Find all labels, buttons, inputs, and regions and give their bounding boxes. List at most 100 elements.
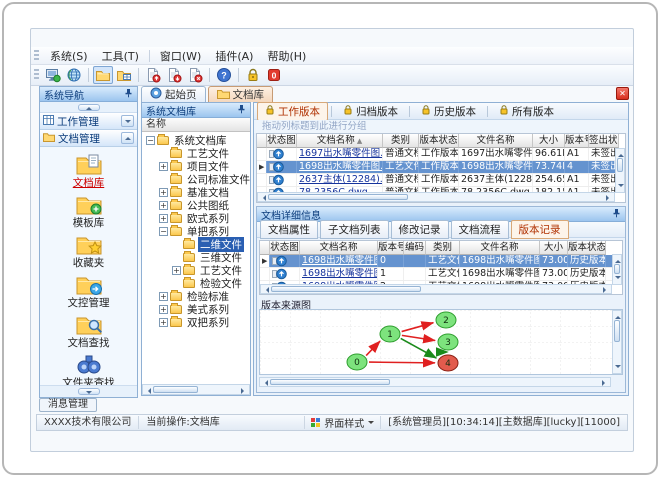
web-icon[interactable] bbox=[64, 66, 84, 84]
collapse-up-button[interactable] bbox=[77, 103, 100, 111]
expand-icon[interactable]: + bbox=[159, 292, 168, 301]
horizontal-scrollbar[interactable] bbox=[257, 192, 615, 202]
details-tab[interactable]: 文档属性 bbox=[260, 220, 318, 239]
table-row[interactable]: 1697出水嘴零件图.dwg普通文档工作版本1697出水嘴零件图.dwg96.6… bbox=[257, 148, 625, 161]
tab-doc-library[interactable]: 文档库 bbox=[207, 86, 273, 102]
expand-icon[interactable]: + bbox=[159, 162, 168, 171]
tree-horizontal-scrollbar[interactable] bbox=[142, 384, 250, 395]
help-icon[interactable]: ? bbox=[214, 66, 234, 84]
column-header[interactable]: 签出状态 bbox=[589, 134, 619, 148]
details-tab[interactable]: 修改记录 bbox=[390, 220, 449, 239]
collapse-icon[interactable]: − bbox=[159, 227, 168, 236]
chevron-down-icon[interactable] bbox=[121, 115, 134, 127]
sidebar-item[interactable]: 收藏夹 bbox=[40, 232, 137, 272]
column-header[interactable] bbox=[257, 134, 267, 148]
version-graph: 0 1 2 3 4 bbox=[259, 309, 623, 375]
toolbar-drag-grip[interactable] bbox=[34, 69, 39, 81]
tab-label: 起始页 bbox=[165, 89, 197, 101]
sidebar-item[interactable]: 文档查找 bbox=[40, 312, 137, 352]
column-header[interactable]: 编码 bbox=[404, 241, 426, 255]
expand-icon[interactable]: + bbox=[159, 318, 168, 327]
menu-item[interactable]: 系统(S) bbox=[43, 47, 95, 65]
ui-style-dropdown[interactable]: 界面样式 bbox=[304, 416, 380, 430]
sidebar-group-docs[interactable]: 文档管理 bbox=[40, 130, 137, 147]
expand-icon[interactable]: + bbox=[159, 305, 168, 314]
message-strip: 消息管理 bbox=[31, 398, 633, 412]
menu-item[interactable]: 窗口(W) bbox=[153, 47, 208, 65]
folder-icon bbox=[157, 134, 169, 145]
menu-item[interactable]: 插件(A) bbox=[208, 47, 260, 65]
column-header[interactable]: 类别 bbox=[383, 134, 419, 148]
library-view-icon[interactable] bbox=[114, 66, 134, 84]
column-header[interactable]: 文档名称 ▲ bbox=[297, 134, 383, 148]
table-row[interactable]: 1698出水嘴零件图.dwg1工艺文件1698出水嘴零件图.dwg73.00KB… bbox=[260, 268, 622, 281]
exit-icon[interactable]: 0 bbox=[264, 66, 284, 84]
sidebar-item[interactable]: 文档库 bbox=[40, 152, 137, 192]
column-header[interactable]: 状态图 bbox=[267, 134, 297, 148]
menu-item[interactable]: 帮助(H) bbox=[260, 47, 313, 65]
collapse-icon[interactable]: − bbox=[146, 136, 155, 145]
sidebar-item[interactable]: 模板库 bbox=[40, 192, 137, 232]
tree-node[interactable]: + 双把系列 bbox=[144, 316, 250, 329]
display-settings-icon[interactable] bbox=[43, 66, 63, 84]
column-header[interactable]: 版本号 bbox=[378, 241, 404, 255]
details-tab[interactable]: 版本记录 bbox=[510, 220, 569, 239]
folder-icon bbox=[183, 264, 195, 275]
table-row[interactable]: ▶1698出水嘴零件图.dwg工艺文件工作版本1698出水嘴零件图.dwg73.… bbox=[257, 161, 625, 174]
chevron-up-icon[interactable] bbox=[121, 132, 134, 144]
column-header[interactable]: 大小 bbox=[533, 134, 565, 148]
cell: 历史版本 bbox=[570, 255, 606, 267]
message-manage-tab[interactable]: 消息管理 bbox=[39, 398, 97, 412]
version-tab[interactable]: 所有版本 bbox=[491, 102, 562, 121]
horizontal-scrollbar[interactable] bbox=[260, 284, 612, 294]
sidebar-item[interactable]: 文控管理 bbox=[40, 272, 137, 312]
horizontal-scrollbar[interactable] bbox=[259, 377, 611, 387]
column-header[interactable]: 版本状态 bbox=[419, 134, 459, 148]
tab-start-page[interactable]: 起始页 bbox=[141, 86, 206, 102]
collapse-down-button[interactable] bbox=[77, 388, 100, 395]
cell bbox=[404, 268, 426, 280]
pin-icon[interactable] bbox=[237, 104, 246, 117]
vertical-scrollbar[interactable] bbox=[612, 254, 622, 285]
tree-column-header[interactable]: 名称 bbox=[142, 118, 250, 132]
column-header[interactable]: 类别 bbox=[426, 241, 460, 255]
vertical-scrollbar[interactable] bbox=[615, 148, 625, 193]
details-tab[interactable]: 子文档列表 bbox=[320, 220, 389, 239]
column-header[interactable]: 文件名称 bbox=[460, 241, 540, 255]
expand-icon[interactable]: + bbox=[159, 214, 168, 223]
doc-checkout-icon[interactable] bbox=[164, 66, 184, 84]
expand-icon[interactable]: + bbox=[172, 266, 181, 275]
version-tab[interactable]: 归档版本 bbox=[335, 102, 406, 121]
doc-cancel-icon[interactable] bbox=[185, 66, 205, 84]
cell: 2637主体(12284).dwg bbox=[461, 174, 533, 186]
doc-checkin-icon[interactable] bbox=[143, 66, 163, 84]
table-row[interactable]: 2637主体(12284).dwg普通文档工作版本2637主体(12284).d… bbox=[257, 174, 625, 187]
version-tab[interactable]: 历史版本 bbox=[413, 102, 484, 121]
menu-item[interactable]: 工具(T) bbox=[95, 47, 146, 65]
column-header[interactable]: 状态图 bbox=[270, 241, 300, 255]
column-header[interactable] bbox=[260, 241, 270, 255]
table-row[interactable]: ▶1698出水嘴零件图.dwg0工艺文件1698出水嘴零件图.dwg73.00K… bbox=[260, 255, 622, 268]
doc-library-open-icon[interactable] bbox=[93, 66, 113, 84]
column-header[interactable]: 大小 bbox=[540, 241, 568, 255]
tab-separator bbox=[487, 105, 488, 117]
details-tab[interactable]: 文档流程 bbox=[450, 220, 509, 239]
vertical-scrollbar[interactable] bbox=[612, 310, 622, 374]
lock-icon[interactable] bbox=[243, 66, 263, 84]
pin-icon[interactable] bbox=[124, 88, 133, 101]
column-header[interactable]: 版本号 bbox=[565, 134, 589, 148]
expand-icon[interactable]: + bbox=[159, 188, 168, 197]
column-header[interactable]: 文件名称 bbox=[459, 134, 533, 148]
column-header[interactable]: 版本状态 bbox=[568, 241, 606, 255]
column-header[interactable]: 文档名称 bbox=[300, 241, 378, 255]
menu-drag-grip[interactable] bbox=[34, 49, 39, 62]
expand-icon[interactable]: + bbox=[159, 201, 168, 210]
version-graph-canvas[interactable]: 0 1 2 3 4 bbox=[260, 310, 616, 374]
version-tab[interactable]: 工作版本 bbox=[257, 101, 328, 121]
sidebar-group-work[interactable]: 工作管理 bbox=[40, 113, 137, 130]
column-header-label: 版本状态 bbox=[419, 135, 458, 146]
tab-label: 文档库 bbox=[232, 89, 265, 101]
sidebar-item[interactable]: 文件夹查找 bbox=[40, 352, 137, 385]
pin-icon[interactable] bbox=[612, 208, 621, 221]
close-tab-button[interactable]: ✕ bbox=[616, 87, 629, 100]
